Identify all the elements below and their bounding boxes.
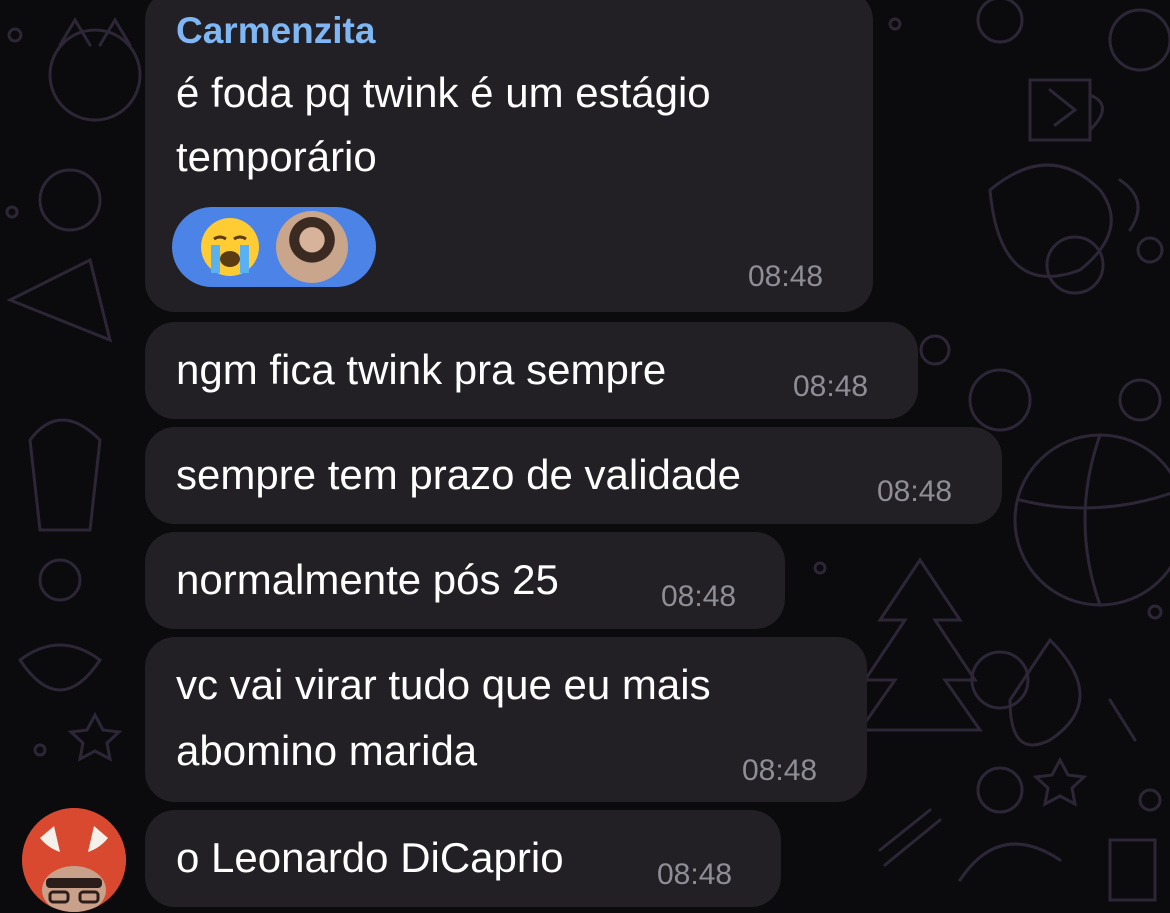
message-timestamp: 08:48: [793, 370, 869, 403]
message-text-line: abomino marida: [176, 727, 478, 774]
message-text-line: o Leonardo DiCaprio: [176, 834, 564, 881]
message-text-line: é foda pq twink é um estágio: [176, 69, 711, 116]
crying-face-emoji-icon: [201, 218, 259, 276]
sender-name[interactable]: Carmenzita: [176, 10, 375, 52]
message-timestamp: 08:48: [742, 754, 818, 787]
message-timestamp: 08:48: [661, 580, 737, 613]
message-text-line: vc vai virar tudo que eu mais: [176, 661, 711, 708]
message-bubble[interactable]: sempre tem prazo de validade 08:48: [145, 427, 1002, 524]
message-bubble[interactable]: normalmente pós 25 08:48: [145, 532, 785, 629]
message-text-line: sempre tem prazo de validade: [176, 451, 741, 498]
message-timestamp: 08:48: [748, 260, 824, 293]
message-text-line: normalmente pós 25: [176, 556, 559, 603]
message-bubble[interactable]: o Leonardo DiCaprio 08:48: [145, 810, 781, 907]
devil-avatar-icon: [22, 808, 126, 912]
message-bubble[interactable]: Carmenzita é foda pq twink é um estágio …: [145, 0, 873, 312]
message-timestamp: 08:48: [877, 475, 953, 508]
message-text-line: temporário: [176, 133, 377, 180]
sender-avatar-devil[interactable]: [22, 808, 126, 912]
reactor-avatar[interactable]: [276, 211, 348, 283]
message-text-line: ngm fica twink pra sempre: [176, 346, 667, 393]
message-bubble[interactable]: vc vai virar tudo que eu mais abomino ma…: [145, 637, 867, 802]
message-bubble[interactable]: ngm fica twink pra sempre 08:48: [145, 322, 918, 419]
message-timestamp: 08:48: [657, 858, 733, 891]
reaction-pill[interactable]: [172, 207, 376, 287]
